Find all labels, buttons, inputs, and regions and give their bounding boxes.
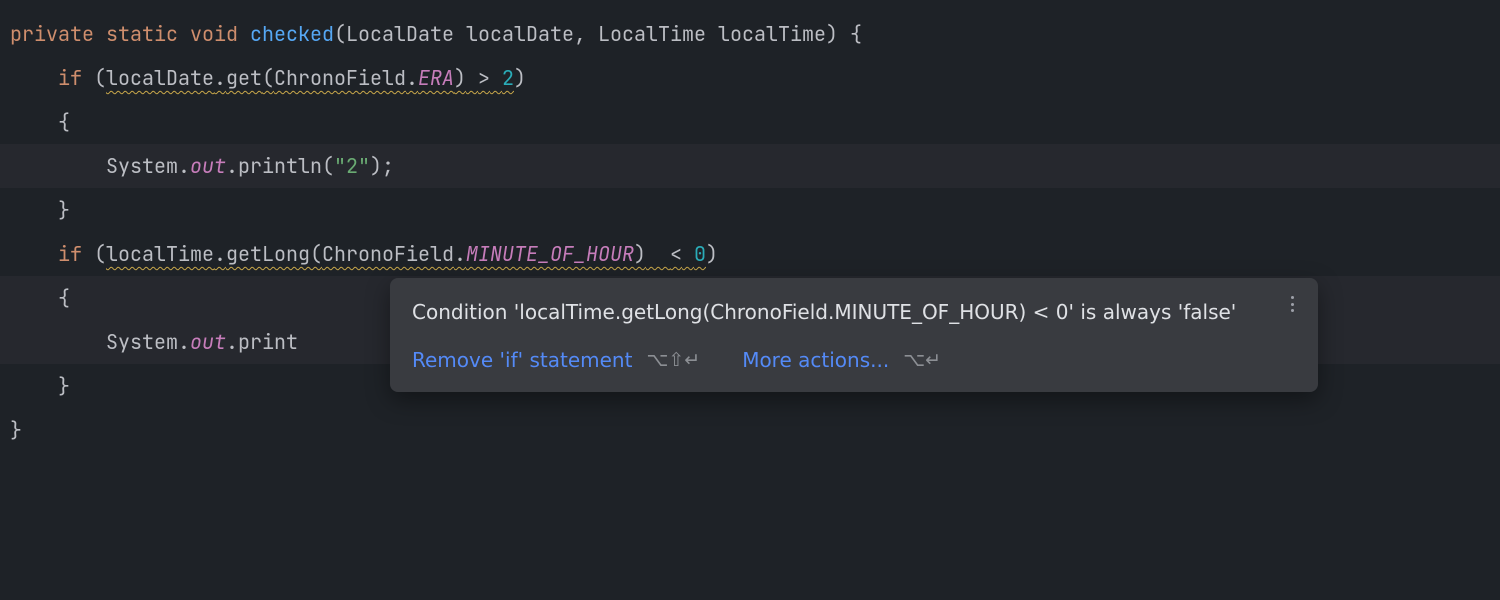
code-line-6[interactable]: if (localTime.getLong(ChronoField.MINUTE… xyxy=(0,232,1500,276)
class-ref: System xyxy=(106,150,178,182)
param-name: localTime xyxy=(718,18,826,50)
method-call: println xyxy=(238,150,322,182)
static-field: MINUTE_OF_HOUR xyxy=(466,241,634,267)
shortcut-hint: ⌥⇧↵ xyxy=(646,345,700,375)
semicolon: ; xyxy=(382,150,394,182)
keyword-void: void xyxy=(190,18,238,50)
brace-open: { xyxy=(58,106,70,138)
class-ref: ChronoField xyxy=(274,65,406,91)
variable-ref: localDate xyxy=(106,65,214,91)
param-type: LocalDate xyxy=(346,18,454,50)
number-literal: 0 xyxy=(694,241,706,267)
keyword-if: if xyxy=(58,62,82,94)
code-line-1[interactable]: private static void checked(LocalDate lo… xyxy=(0,12,1500,56)
paren-open: ( xyxy=(94,62,106,94)
static-field-out: out xyxy=(190,150,226,182)
paren-close: ) xyxy=(826,18,838,50)
code-line-2[interactable]: if (localDate.get(ChronoField.ERA) > 2) xyxy=(0,56,1500,100)
class-ref: ChronoField xyxy=(322,241,454,267)
paren-open: ( xyxy=(334,18,346,50)
inspection-warning-1[interactable]: localDate.get(ChronoField.ERA) > 2 xyxy=(106,62,514,94)
variable-ref: localTime xyxy=(106,241,214,267)
brace-open: { xyxy=(58,282,70,314)
keyword-static: static xyxy=(106,18,178,50)
number-literal: 2 xyxy=(502,65,514,91)
brace-close: } xyxy=(58,194,70,226)
brace-open: { xyxy=(850,18,862,50)
code-line-3[interactable]: { xyxy=(0,100,1500,144)
code-line-4[interactable]: System.out.println("2"); xyxy=(0,144,1500,188)
param-type: LocalTime xyxy=(598,18,706,50)
inspection-tooltip: Condition 'localTime.getLong(ChronoField… xyxy=(390,278,1318,392)
tooltip-message: Condition 'localTime.getLong(ChronoField… xyxy=(412,296,1296,328)
static-field-out: out xyxy=(190,326,226,358)
remove-if-action[interactable]: Remove 'if' statement xyxy=(412,344,632,376)
method-call-partial: print xyxy=(238,326,298,358)
static-field: ERA xyxy=(418,65,454,91)
brace-close: } xyxy=(10,414,22,446)
paren-close: ) xyxy=(514,62,526,94)
operator: < xyxy=(670,241,682,267)
code-line-5[interactable]: } xyxy=(0,188,1500,232)
method-call: get xyxy=(226,65,262,91)
param-name: localDate xyxy=(466,18,574,50)
method-call: getLong xyxy=(226,241,310,267)
code-line-10[interactable]: } xyxy=(0,408,1500,452)
inspection-warning-2[interactable]: localTime.getLong(ChronoField.MINUTE_OF_… xyxy=(106,238,706,270)
method-declaration-name: checked xyxy=(250,18,334,50)
shortcut-hint: ⌥↵ xyxy=(903,345,941,375)
more-actions-link[interactable]: More actions... xyxy=(742,344,889,376)
operator: > xyxy=(478,65,490,91)
string-literal: "2" xyxy=(334,150,370,182)
brace-close: } xyxy=(58,370,70,402)
keyword-private: private xyxy=(10,18,94,50)
paren-close: ) xyxy=(706,238,718,270)
more-options-icon[interactable] xyxy=(1282,294,1302,314)
comma: , xyxy=(574,18,586,50)
tooltip-actions: Remove 'if' statement ⌥⇧↵ More actions..… xyxy=(412,344,1296,376)
class-ref: System xyxy=(106,326,178,358)
paren-open: ( xyxy=(94,238,106,270)
keyword-if: if xyxy=(58,238,82,270)
